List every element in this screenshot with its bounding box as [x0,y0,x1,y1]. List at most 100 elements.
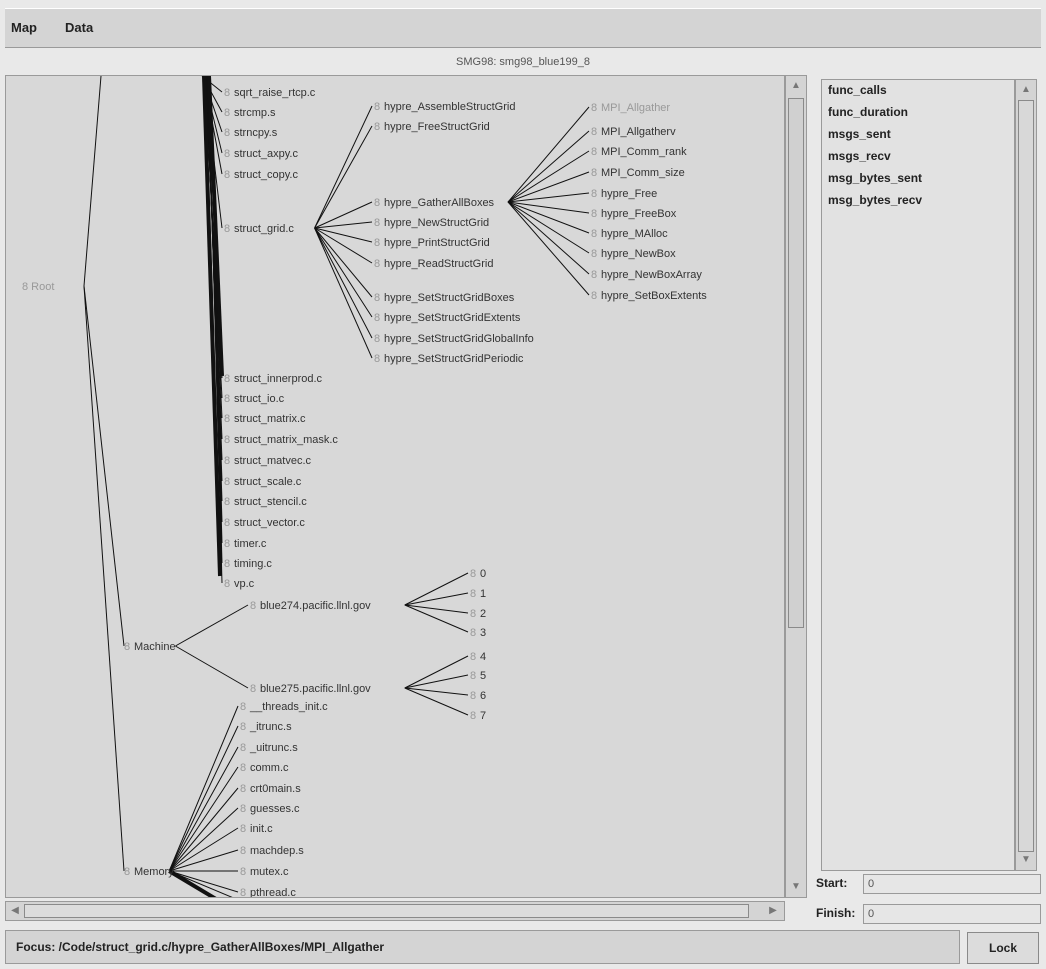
lock-button[interactable]: Lock [967,932,1039,964]
tree-node-struct_innerprod[interactable]: 8 struct_innerprod.c [224,373,323,385]
tree-node-struct_matrix[interactable]: 8 struct_matrix.c [224,413,306,425]
metrics-scrollbar[interactable]: ▲ ▼ [1015,79,1037,871]
tree-node-mpi_comm_size[interactable]: 8 MPI_Comm_size [591,167,685,179]
tree-node-mpi_comm_rank[interactable]: 8 MPI_Comm_rank [591,146,687,158]
tree-node-sqrt_raise[interactable]: 8 sqrt_raise_rtcp.c [224,87,316,99]
tree-node-p3[interactable]: 83 [470,627,486,639]
tree-node-blue275[interactable]: 8 blue275.pacific.llnl.gov [250,683,371,695]
start-field[interactable]: 0 [863,874,1041,894]
tree-node-assemble[interactable]: 8 hypre_AssembleStructGrid [374,101,515,113]
tree-node-p2[interactable]: 82 [470,608,486,620]
tree-node-label: strcmp.s [234,107,276,119]
menu-data[interactable]: Data [65,20,93,35]
tree-node-setglobal[interactable]: 8 hypre_SetStructGridGlobalInfo [374,333,534,345]
tree-node-setextents[interactable]: 8 hypre_SetStructGridExtents [374,312,521,324]
metrics-scroll-down-icon[interactable]: ▼ [1019,853,1033,867]
node-marker-icon: 8 [224,413,230,425]
metric-item[interactable]: msgs_recv [828,149,891,163]
tree-node-strncpy[interactable]: 8 strncpy.s [224,127,278,139]
scroll-left-arrow-icon[interactable]: ◀ [8,904,22,918]
tree-node-hmalloc[interactable]: 8 hypre_MAlloc [591,228,668,240]
tree-node-struct_copy[interactable]: 8 struct_copy.c [224,169,298,181]
tree-node-mutex[interactable]: 8 mutex.c [240,866,289,878]
call-tree[interactable]: 8 Root 8 sqrt_raise_rtcp.c 8 strcmp.s 8 strncp… [6,76,785,898]
tree-node-freestruct[interactable]: 8 hypre_FreeStructGrid [374,121,490,133]
tree-node-newstruct[interactable]: 8 hypre_NewStructGrid [374,217,489,229]
tree-edge [507,130,590,203]
tree-node-setperiodic[interactable]: 8 hypre_SetStructGridPeriodic [374,353,524,365]
tree-node-struct_scale[interactable]: 8 struct_scale.c [224,476,302,488]
tree-node-timer[interactable]: 8 timer.c [224,538,267,550]
tree-node-label: _uitrunc.s [249,742,298,754]
tree-node-hnewboxarray[interactable]: 8 hypre_NewBoxArray [591,269,702,281]
tree-node-p0[interactable]: 80 [470,568,486,580]
metric-item[interactable]: msg_bytes_sent [828,171,922,185]
scroll-up-arrow-icon[interactable]: ▲ [789,79,803,93]
tree-node-crt0main[interactable]: 8 crt0main.s [240,783,301,795]
tree-node-struct_io[interactable]: 8 struct_io.c [224,393,285,405]
tree-node-hfree[interactable]: 8 hypre_Free [591,188,657,200]
tree-node-p4[interactable]: 84 [470,651,486,663]
tree-node-gather[interactable]: 8 hypre_GatherAllBoxes [374,197,495,209]
tree-edge [507,201,590,296]
tree-node-comm[interactable]: 8 comm.c [240,762,289,774]
tree-node-struct_matrix_mask[interactable]: 8 struct_matrix_mask.c [224,434,338,446]
tree-edge [83,285,125,872]
tree-horizontal-scroll-thumb[interactable] [24,904,749,918]
node-marker-icon: 8 [470,568,476,580]
metric-item[interactable]: func_calls [828,83,887,97]
tree-vertical-scrollbar[interactable]: ▲ ▼ [785,75,807,898]
metrics-list[interactable]: func_calls func_duration msgs_sent msgs_… [821,79,1015,871]
finish-field[interactable]: 0 [863,904,1041,924]
tree-node-p5[interactable]: 85 [470,670,486,682]
scroll-down-arrow-icon[interactable]: ▼ [789,880,803,894]
node-marker-icon: 8 [250,683,256,695]
tree-edge [168,869,217,897]
menu-map[interactable]: Map [11,20,37,35]
tree-horizontal-scrollbar[interactable]: ◀ ▶ [5,901,785,921]
tree-node-label: struct_matrix.c [234,413,306,425]
tree-node-strcmp[interactable]: 8 strcmp.s [224,107,276,119]
tree-node-itrunc[interactable]: 8 _itrunc.s [240,721,292,733]
metric-item[interactable]: func_duration [828,105,908,119]
metrics-scroll-thumb[interactable] [1018,100,1034,852]
tree-node-hnewbox[interactable]: 8 hypre_NewBox [591,248,676,260]
scroll-right-arrow-icon[interactable]: ▶ [766,904,780,918]
tree-vertical-scroll-thumb[interactable] [788,98,804,628]
tree-node-struct_matvec[interactable]: 8 struct_matvec.c [224,455,312,467]
tree-node-mpi_allgatherv[interactable]: 8 MPI_Allgatherv [591,126,676,138]
tree-canvas[interactable]: 8 Root 8 sqrt_raise_rtcp.c 8 strcmp.s 8 strncp… [5,75,785,898]
tree-node-timing[interactable]: 8 timing.c [224,558,272,570]
node-marker-icon: 8 [240,823,246,835]
metrics-scroll-up-icon[interactable]: ▲ [1019,83,1033,97]
tree-node-p6[interactable]: 86 [470,690,486,702]
tree-node-pthread[interactable]: 8 pthread.c [240,887,296,898]
tree-node-p7[interactable]: 87 [470,710,486,722]
metric-item[interactable]: msg_bytes_recv [828,193,922,207]
tree-node-label: struct_innerprod.c [234,373,323,385]
tree-node-struct_vector[interactable]: 8 struct_vector.c [224,517,305,529]
tree-node-hsetboxextents[interactable]: 8 hypre_SetBoxExtents [591,290,707,302]
tree-node-vp[interactable]: 8 vp.c [224,578,255,590]
tree-node-uitrunc[interactable]: 8 _uitrunc.s [240,742,298,754]
tree-node-machine[interactable]: 8 Machine [124,641,176,653]
tree-node-blue274[interactable]: 8 blue274.pacific.llnl.gov [250,600,371,612]
tree-node-memory[interactable]: 8 Memory [124,866,174,878]
metric-item[interactable]: msgs_sent [828,127,891,141]
tree-node-label: machdep.s [250,845,304,857]
tree-node-guesses[interactable]: 8 guesses.c [240,803,300,815]
tree-node-struct_stencil[interactable]: 8 struct_stencil.c [224,496,307,508]
tree-node-struct_grid[interactable]: 8 struct_grid.c [224,223,294,235]
tree-node-mpi_allgather[interactable]: 8 MPI_Allgather [591,102,670,114]
tree-node-hfreebox[interactable]: 8 hypre_FreeBox [591,208,677,220]
tree-node-label: hypre_Free [601,188,657,200]
tree-node-p1[interactable]: 81 [470,588,486,600]
tree-node-root[interactable]: 8 Root [22,281,54,293]
tree-node-threads_init[interactable]: 8 __threads_init.c [240,701,328,713]
tree-node-readstruct[interactable]: 8 hypre_ReadStructGrid [374,258,493,270]
tree-node-init[interactable]: 8 init.c [240,823,273,835]
tree-node-struct_axpy[interactable]: 8 struct_axpy.c [224,148,298,160]
tree-node-machdep[interactable]: 8 machdep.s [240,845,304,857]
tree-node-printstruct[interactable]: 8 hypre_PrintStructGrid [374,237,490,249]
tree-node-setboxes[interactable]: 8 hypre_SetStructGridBoxes [374,292,515,304]
